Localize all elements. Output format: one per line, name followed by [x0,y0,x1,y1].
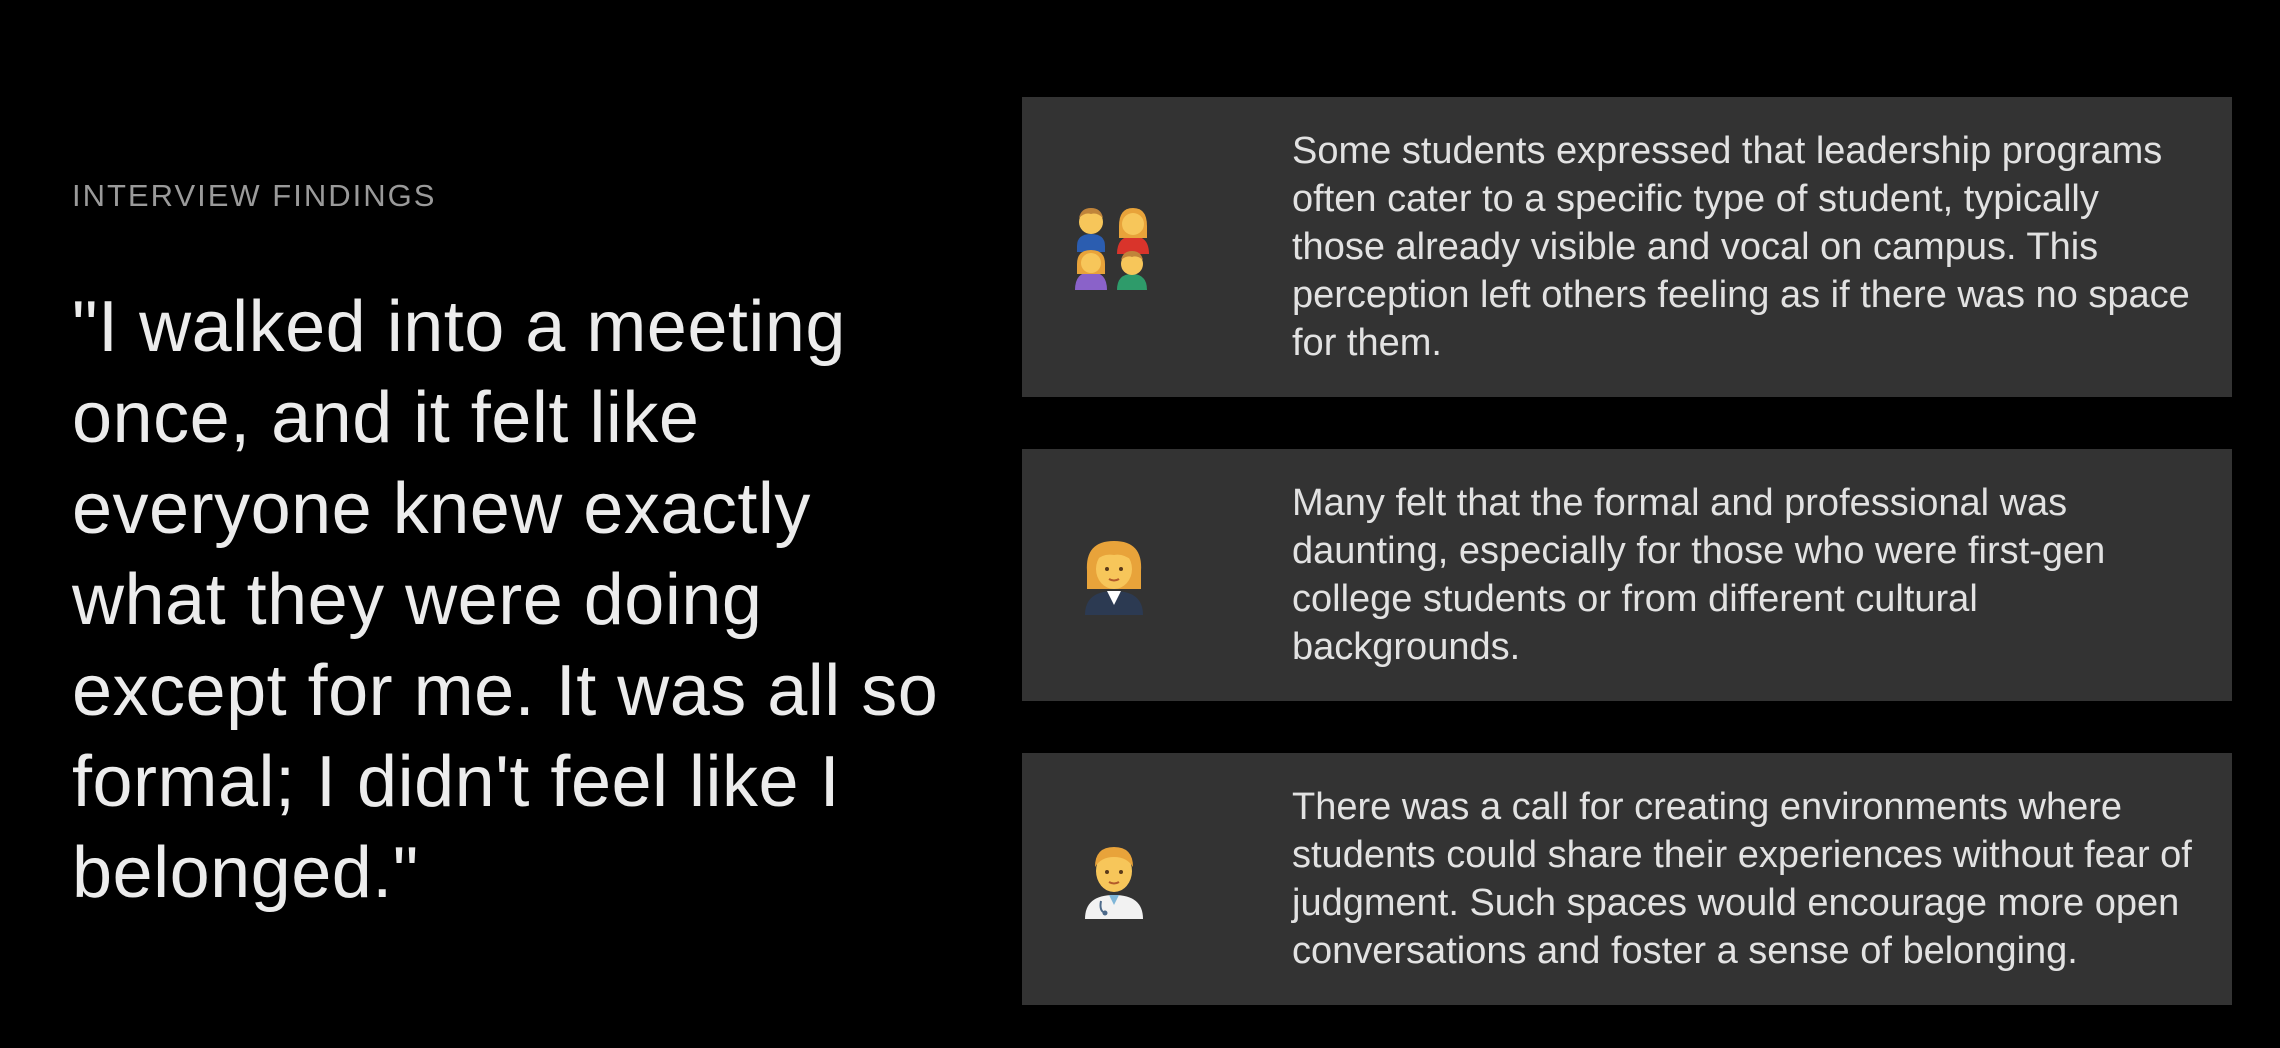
section-label: INTERVIEW FINDINGS [72,178,437,213]
finding-card: Many felt that the formal and profession… [1022,449,2232,701]
woman-professional-icon [1054,515,1174,635]
quote-text: "I walked into a meeting once, and it fe… [72,287,939,913]
family-icon [1054,187,1174,307]
finding-text: There was a call for creating environmen… [1292,786,2192,972]
finding-card: Some students expressed that leadership … [1022,97,2232,397]
finding-text: Some students expressed that leadership … [1292,130,2190,364]
man-health-worker-icon [1054,819,1174,939]
finding-text: Many felt that the formal and profession… [1292,482,2106,668]
finding-card: There was a call for creating environmen… [1022,753,2232,1005]
